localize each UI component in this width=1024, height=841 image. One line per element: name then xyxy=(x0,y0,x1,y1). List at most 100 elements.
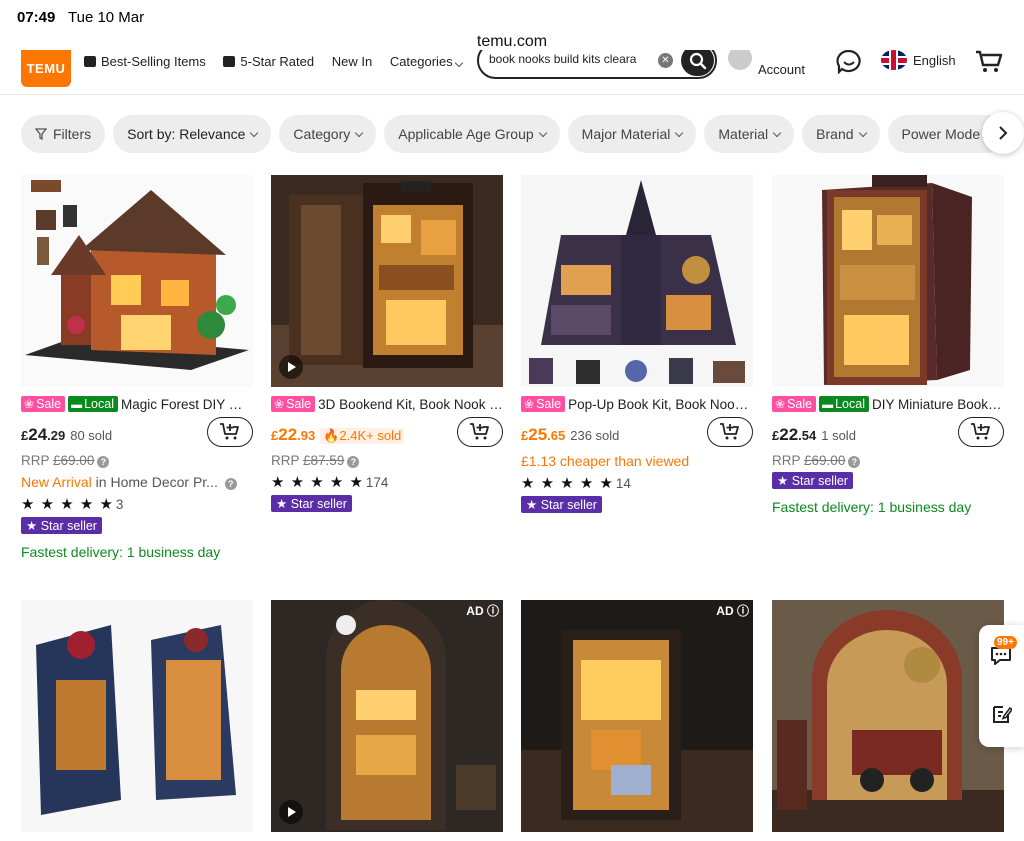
add-to-cart-button[interactable] xyxy=(707,417,753,447)
chat-icon[interactable] xyxy=(989,645,1013,672)
product-price: £22.93 xyxy=(271,425,315,445)
rrp-value: £69.00 xyxy=(53,453,95,468)
add-to-cart-button[interactable] xyxy=(207,417,253,447)
chevron-down-icon xyxy=(858,128,867,137)
product-title[interactable]: 3D Bookend Kit, Book Nook Coffee Shop xyxy=(318,397,503,412)
price-decimal: .29 xyxy=(47,428,66,443)
info-icon[interactable]: ? xyxy=(224,478,237,490)
search-button[interactable] xyxy=(681,50,714,76)
product-title[interactable]: DIY Miniature Book Nook Kit xyxy=(872,397,1004,412)
floating-side-panel: 99+ xyxy=(979,625,1024,747)
star-seller-label: Star seller xyxy=(540,498,597,512)
info-icon[interactable]: ? xyxy=(347,456,360,468)
status-time: 07:49 xyxy=(17,9,56,26)
product-image[interactable]: AD ⓘ xyxy=(271,600,503,832)
rating: ★ ★ ★ ★ ★ 14 xyxy=(521,474,753,492)
chip-label: Applicable Age Group xyxy=(398,126,534,142)
product-card[interactable]: ❀Sale ▬Local Magic Forest DIY Miniature … xyxy=(21,175,253,560)
product-title-row: ❀Sale ▬Local DIY Miniature Book Nook Kit xyxy=(772,395,1004,413)
nav-categories[interactable]: Categories xyxy=(390,54,464,69)
rrp-label: RRP xyxy=(271,453,300,468)
product-image[interactable] xyxy=(772,600,1004,832)
price-main: 24 xyxy=(28,425,48,444)
clear-icon[interactable]: ✕ xyxy=(658,53,673,68)
price-main: 25 xyxy=(528,425,548,444)
category-rank: New Arrival in Home Decor Pr... ? xyxy=(21,474,253,490)
product-card[interactable]: AD ⓘ xyxy=(521,600,753,832)
product-card[interactable]: ❀Sale ▬Local DIY Miniature Book Nook Kit… xyxy=(772,175,1004,515)
chip-category[interactable]: Category xyxy=(279,115,377,153)
new-arrival-label: New Arrival xyxy=(21,474,92,490)
play-icon[interactable] xyxy=(279,800,303,824)
product-image[interactable] xyxy=(21,600,253,832)
truck-icon: ▬ xyxy=(822,399,834,411)
nav-new-in[interactable]: New In xyxy=(332,54,372,69)
sale-label: Sale xyxy=(787,397,813,411)
price-drop-note: £1.13 cheaper than viewed xyxy=(521,453,690,469)
language-label: English xyxy=(913,52,956,68)
product-card[interactable] xyxy=(21,600,253,832)
status-date: Tue 10 Mar xyxy=(68,9,145,26)
product-price: £24.29 xyxy=(21,425,65,445)
chip-age-group[interactable]: Applicable Age Group xyxy=(384,115,560,153)
category-text: in Home Decor Pr... xyxy=(91,474,218,490)
add-to-cart-icon xyxy=(720,423,739,440)
rrp-price: RRP £69.00? xyxy=(21,453,253,468)
cart-icon[interactable] xyxy=(975,50,1003,79)
price-row: £25.65 236 sold xyxy=(521,417,753,447)
edit-icon[interactable] xyxy=(990,703,1014,730)
sale-badge: ❀ Sale xyxy=(772,396,817,412)
chevron-down-icon xyxy=(354,128,364,137)
rrp-price: RRP £69.00? xyxy=(772,453,1004,468)
star-seller-badge: ★ Star seller xyxy=(521,496,602,513)
tulip-icon: ❀ xyxy=(775,397,786,411)
address-bar-url[interactable]: temu.com xyxy=(0,33,1024,51)
add-to-cart-button[interactable] xyxy=(958,417,1004,447)
product-card[interactable]: AD ⓘ xyxy=(271,600,503,832)
nav-five-star[interactable]: 5-Star Rated xyxy=(223,54,314,69)
sold-count: 80 sold xyxy=(70,428,113,443)
product-image[interactable] xyxy=(271,175,503,387)
star-icons: ★ ★ ★ ★ ★ xyxy=(21,496,114,513)
product-image[interactable] xyxy=(521,175,753,387)
search-box: ✕ xyxy=(477,50,717,79)
temu-logo[interactable]: TEMU xyxy=(21,50,71,87)
product-card[interactable]: ❀Sale 3D Bookend Kit, Book Nook Coffee S… xyxy=(271,175,503,513)
chip-material[interactable]: Material xyxy=(704,115,795,153)
product-title[interactable]: Pop-Up Book Kit, Book Nook Castle xyxy=(568,397,753,412)
chip-label: Material xyxy=(718,126,769,142)
info-icon[interactable]: ? xyxy=(97,456,110,468)
search-input[interactable] xyxy=(489,52,654,66)
filters-button[interactable]: Filters xyxy=(21,115,106,153)
chevron-right-icon[interactable] xyxy=(982,112,1024,154)
product-card[interactable]: ❀Sale Pop-Up Book Kit, Book Nook Castle … xyxy=(521,175,753,514)
language-selector[interactable]: English xyxy=(881,50,956,70)
support-icon[interactable] xyxy=(836,50,862,79)
nav-best-selling[interactable]: Best-Selling Items xyxy=(84,54,206,69)
price-decimal: .54 xyxy=(798,428,817,443)
sale-label: Sale xyxy=(536,397,562,411)
product-card[interactable] xyxy=(772,600,1004,832)
chevron-down-icon xyxy=(675,128,684,137)
sale-label: Sale xyxy=(286,397,312,411)
price-main: 22 xyxy=(278,425,298,444)
filter-icon xyxy=(35,128,47,140)
product-title-row: ❀Sale ▬Local Magic Forest DIY Miniature … xyxy=(21,395,253,413)
chip-major-material[interactable]: Major Material xyxy=(567,115,697,153)
product-image[interactable]: AD ⓘ xyxy=(521,600,753,832)
product-title[interactable]: Magic Forest DIY Miniature House Kit xyxy=(121,397,253,412)
review-count: 3 xyxy=(115,497,124,512)
chip-brand[interactable]: Brand xyxy=(802,115,880,153)
info-icon[interactable]: ? xyxy=(848,456,861,468)
chevron-down-icon xyxy=(250,128,259,137)
product-image[interactable] xyxy=(21,175,253,387)
chevron-down-icon xyxy=(772,128,782,137)
five-star-icon xyxy=(223,56,236,67)
flag-icon xyxy=(881,50,907,70)
product-image[interactable] xyxy=(772,175,1004,387)
star-seller-badge: ★ Star seller xyxy=(21,517,102,534)
price-row: £24.29 80 sold xyxy=(21,417,253,447)
sort-dropdown[interactable]: Sort by: Relevance xyxy=(113,115,272,153)
add-to-cart-button[interactable] xyxy=(457,417,503,447)
play-icon[interactable] xyxy=(279,355,303,379)
